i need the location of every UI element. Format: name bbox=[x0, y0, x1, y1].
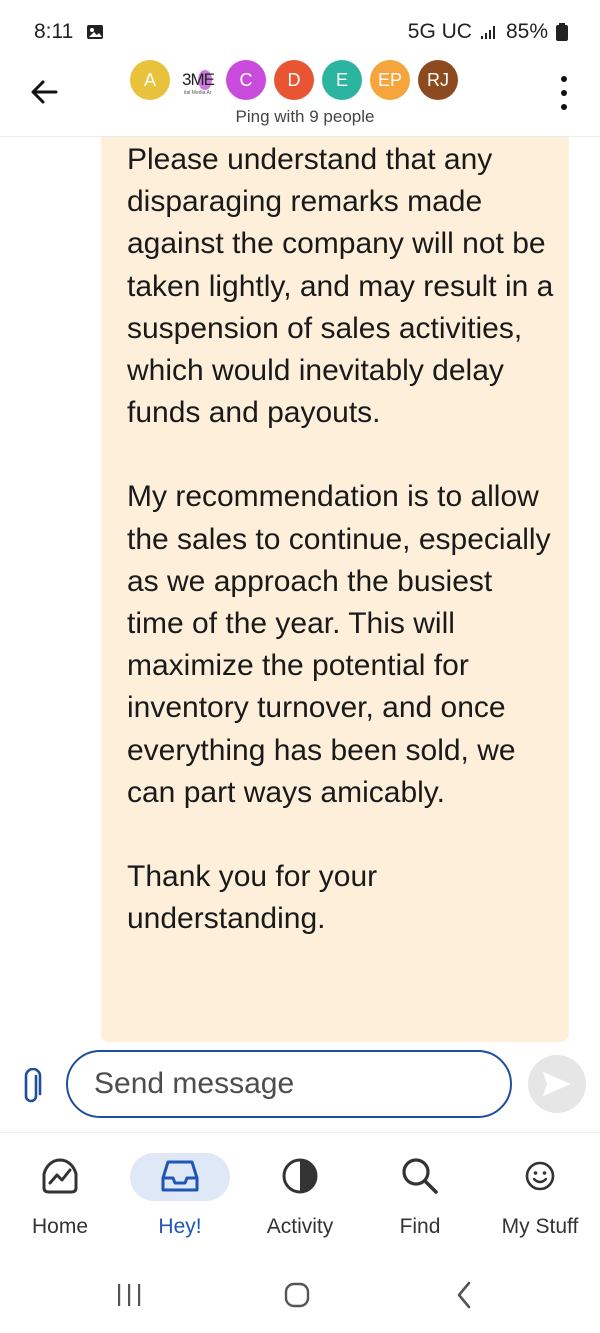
recents-button[interactable] bbox=[110, 1275, 150, 1315]
participants-subtitle[interactable]: Ping with 9 people bbox=[0, 107, 600, 127]
send-icon bbox=[543, 1072, 571, 1096]
message-paragraph: My recommendation is to allow the sales … bbox=[127, 480, 551, 809]
nav-label: Find bbox=[399, 1215, 441, 1238]
message-bubble[interactable]: Please understand that any disparaging r… bbox=[101, 137, 569, 1042]
nav-label: Activity bbox=[266, 1215, 334, 1238]
more-options-button[interactable] bbox=[554, 76, 574, 110]
avatar[interactable]: E bbox=[322, 60, 362, 100]
nav-item-activity[interactable]: Activity bbox=[240, 1133, 360, 1253]
message-paragraph: Thank you for your understanding. bbox=[127, 860, 378, 936]
more-dot bbox=[561, 90, 567, 96]
bottom-navigation: Home Hey! Activity Find My Stuff bbox=[0, 1133, 600, 1253]
send-button[interactable] bbox=[528, 1055, 586, 1113]
message-paragraph: Please understand that any disparaging r… bbox=[127, 143, 554, 430]
more-dot bbox=[561, 76, 567, 82]
avatar[interactable]: C bbox=[226, 60, 266, 100]
avatar[interactable]: D bbox=[274, 60, 314, 100]
nav-item-home[interactable]: Home bbox=[0, 1133, 120, 1253]
home-icon bbox=[42, 1158, 78, 1194]
avatar[interactable]: RJ bbox=[418, 60, 458, 100]
attach-button[interactable] bbox=[20, 1067, 44, 1106]
avatar-initials: RJ bbox=[427, 69, 449, 90]
home-system-button[interactable] bbox=[277, 1275, 317, 1315]
signal-icon bbox=[480, 26, 495, 39]
paperclip-icon bbox=[24, 1067, 42, 1103]
nav-item-my-stuff[interactable]: My Stuff bbox=[480, 1133, 600, 1253]
message-text: Please understand that any disparaging r… bbox=[127, 139, 557, 940]
network-label: 5G UC bbox=[407, 20, 472, 43]
status-time: 8:11 bbox=[34, 20, 74, 43]
avatar[interactable]: A bbox=[130, 60, 170, 100]
circle-home-icon bbox=[284, 1282, 310, 1308]
participant-avatars[interactable]: A 3ME ital Media Ar C D E EP RJ bbox=[130, 60, 458, 100]
nav-label: Hey! bbox=[158, 1215, 202, 1238]
avatar-initials: D bbox=[287, 69, 301, 90]
battery-icon bbox=[556, 23, 568, 41]
message-input[interactable] bbox=[66, 1050, 512, 1118]
avatar-initials: E bbox=[335, 69, 348, 90]
arrow-left-icon bbox=[31, 80, 58, 104]
gallery-icon bbox=[87, 25, 103, 39]
activity-icon bbox=[282, 1158, 318, 1194]
back-button[interactable] bbox=[26, 74, 62, 110]
message-composer bbox=[0, 1046, 600, 1130]
battery-percent: 85% bbox=[505, 20, 548, 43]
logo-subtext: ital Media Ar bbox=[184, 90, 212, 96]
system-navigation bbox=[0, 1253, 600, 1333]
avatar-initials: A bbox=[143, 69, 156, 90]
nav-item-hey[interactable]: Hey! bbox=[120, 1133, 240, 1253]
conversation-header: A 3ME ital Media Ar C D E EP RJ Ping wit… bbox=[0, 52, 600, 137]
logo-text: 3ME bbox=[182, 70, 215, 89]
avatar-initials: EP bbox=[377, 69, 402, 90]
smiley-icon bbox=[525, 1161, 555, 1191]
status-indicators: 5G UC 85% bbox=[408, 20, 568, 44]
search-icon bbox=[402, 1158, 438, 1194]
nav-item-find[interactable]: Find bbox=[360, 1133, 480, 1253]
avatar[interactable]: EP bbox=[370, 60, 410, 100]
nav-label: My Stuff bbox=[501, 1215, 579, 1238]
nav-label: Home bbox=[31, 1215, 89, 1238]
chevron-left-icon bbox=[457, 1281, 471, 1309]
recents-icon bbox=[118, 1284, 141, 1306]
back-system-button[interactable] bbox=[444, 1275, 484, 1315]
inbox-icon bbox=[161, 1160, 199, 1192]
more-dot bbox=[561, 104, 567, 110]
avatar-initials: C bbox=[239, 69, 253, 90]
avatar-logo[interactable]: 3ME ital Media Ar bbox=[178, 60, 218, 100]
